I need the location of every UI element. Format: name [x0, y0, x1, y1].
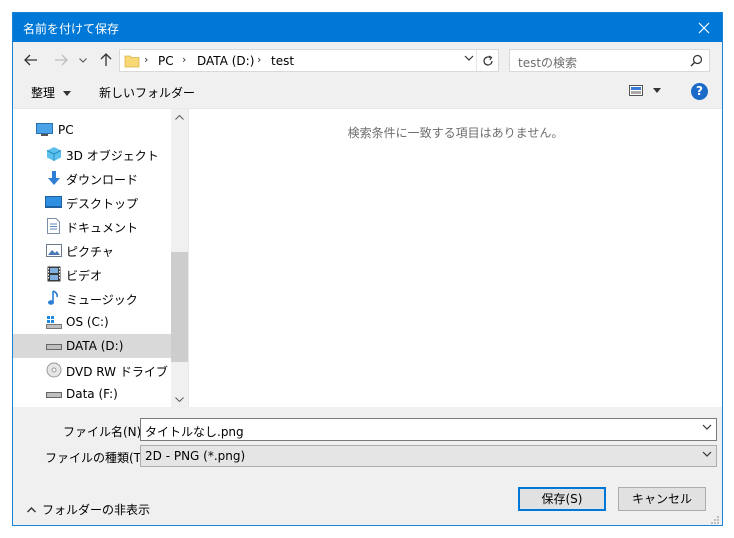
scroll-up-button[interactable]	[171, 109, 188, 126]
chevron-down-icon[interactable]	[702, 424, 712, 430]
nav-item-label: PC	[58, 123, 74, 137]
arrow-up-icon	[100, 53, 112, 66]
new-folder-button[interactable]: 新しいフォルダー	[99, 84, 195, 101]
music-icon	[45, 290, 62, 306]
breadcrumb-separator-icon: ›	[182, 53, 187, 66]
help-icon: ?	[696, 84, 703, 98]
change-view-button[interactable]	[629, 85, 661, 96]
desktop-icon	[45, 194, 62, 210]
address-bar[interactable]: › PC › DATA (D:) › test	[119, 49, 499, 72]
filename-label: ファイル名(N):	[63, 425, 146, 439]
pc-icon	[36, 122, 53, 138]
nav-item-music[interactable]: ミュージック	[13, 286, 171, 310]
filetype-select[interactable]: 2D - PNG (*.png)	[140, 445, 717, 467]
search-placeholder: testの検索	[518, 56, 578, 70]
browser-panes: PC 3D オブジェクト ダウンロード デスクトップ ドキュメント ピクチャ ビ…	[13, 108, 722, 408]
nav-item-label: ビデオ	[66, 269, 103, 283]
title-bar: 名前を付けて保存	[13, 13, 722, 42]
hide-folders-button[interactable]: フォルダーの非表示	[27, 501, 150, 518]
nav-item-label: ダウンロード	[66, 173, 139, 187]
organize-button[interactable]: 整理	[31, 84, 71, 101]
save-as-dialog: 名前を付けて保存 › PC › DATA (D:) › test testの検索…	[12, 12, 723, 526]
breadcrumb-separator-icon: ›	[257, 53, 262, 66]
close-button[interactable]	[686, 13, 722, 42]
nav-item-3d-objects[interactable]: 3D オブジェクト	[13, 142, 171, 166]
nav-item-label: OS (C:)	[66, 315, 109, 329]
back-button[interactable]	[21, 50, 41, 70]
videos-icon	[45, 266, 62, 282]
filetype-label: ファイルの種類(T):	[45, 451, 150, 465]
nav-item-downloads[interactable]: ダウンロード	[13, 166, 171, 190]
cancel-button[interactable]: キャンセル	[618, 487, 706, 511]
filetype-value: 2D - PNG (*.png)	[145, 449, 246, 463]
chevron-up-icon	[175, 115, 184, 120]
nav-item-pictures[interactable]: ピクチャ	[13, 238, 171, 262]
up-button[interactable]	[96, 50, 116, 70]
folder-icon	[124, 55, 140, 68]
chevron-down-icon	[79, 57, 87, 63]
scroll-down-button[interactable]	[171, 391, 188, 408]
navigation-bar: › PC › DATA (D:) › test testの検索	[13, 42, 722, 78]
view-icon	[629, 85, 643, 96]
nav-item-label: Data (F:)	[66, 387, 118, 401]
filename-input[interactable]: タイトルなし.png	[140, 418, 717, 441]
filename-value: タイトルなし.png	[145, 425, 244, 439]
nav-item-documents[interactable]: ドキュメント	[13, 214, 171, 238]
navigation-pane: PC 3D オブジェクト ダウンロード デスクトップ ドキュメント ピクチャ ビ…	[13, 109, 193, 408]
save-button[interactable]: 保存(S)	[518, 487, 606, 511]
nav-item-label: デスクトップ	[66, 197, 139, 211]
dvd-drive-icon	[45, 362, 62, 378]
breadcrumb-pc[interactable]: PC	[158, 54, 174, 68]
nav-item-label: DATA (D:)	[66, 339, 124, 353]
caret-down-icon	[653, 88, 661, 93]
nav-item-label: ミュージック	[66, 293, 138, 307]
drive-icon	[45, 386, 62, 402]
nav-item-dvd-drive[interactable]: DVD RW ドライブ (E:)	[13, 358, 193, 382]
search-box[interactable]: testの検索	[509, 49, 710, 72]
nav-item-videos[interactable]: ビデオ	[13, 262, 171, 286]
refresh-button[interactable]	[476, 50, 498, 71]
chevron-up-icon	[27, 506, 36, 512]
refresh-icon	[482, 54, 493, 66]
breadcrumb-data-drive[interactable]: DATA (D:)	[197, 54, 254, 68]
arrow-left-icon	[24, 54, 37, 66]
forward-button[interactable]	[51, 50, 71, 70]
close-icon	[698, 22, 710, 33]
3d-objects-icon	[45, 146, 62, 162]
new-folder-label: 新しいフォルダー	[99, 86, 196, 100]
arrow-right-icon	[55, 54, 68, 66]
data-drive-icon	[45, 338, 62, 354]
chevron-down-icon	[702, 451, 712, 457]
recent-locations-button[interactable]	[76, 50, 90, 70]
nav-item-label: 3D オブジェクト	[66, 149, 159, 163]
scroll-thumb[interactable]	[171, 252, 188, 362]
nav-item-os-drive[interactable]: OS (C:)	[13, 310, 171, 334]
breadcrumb-test[interactable]: test	[271, 54, 294, 68]
pictures-icon	[45, 242, 62, 258]
save-form: ファイル名(N): タイトルなし.png ファイルの種類(T): 2D - PN…	[13, 407, 722, 525]
search-icon	[690, 54, 703, 67]
downloads-icon	[45, 170, 62, 186]
window-title: 名前を付けて保存	[23, 22, 120, 36]
nav-item-desktop[interactable]: デスクトップ	[13, 190, 171, 214]
address-history-chevron-icon[interactable]	[464, 55, 474, 61]
file-list-pane[interactable]: 検索条件に一致する項目はありません。	[188, 109, 722, 408]
hide-folders-label: フォルダーの非表示	[42, 503, 151, 517]
nav-item-pc[interactable]: PC	[13, 118, 171, 142]
caret-down-icon	[62, 91, 71, 96]
nav-item-label: ピクチャ	[66, 245, 114, 259]
navigation-scrollbar[interactable]	[171, 109, 188, 408]
breadcrumb-separator-icon: ›	[144, 53, 149, 66]
resize-grip-icon[interactable]	[710, 515, 720, 525]
chevron-down-icon	[175, 397, 184, 402]
nav-item-label: ドキュメント	[66, 221, 139, 235]
empty-message: 検索条件に一致する項目はありません。	[347, 126, 564, 140]
nav-item-data-drive[interactable]: DATA (D:)	[13, 334, 171, 358]
os-drive-icon	[45, 314, 62, 330]
documents-icon	[45, 218, 62, 234]
help-button[interactable]: ?	[691, 83, 708, 100]
organize-label: 整理	[31, 86, 56, 100]
nav-item-f-drive[interactable]: Data (F:)	[13, 382, 171, 406]
toolbar: 整理 新しいフォルダー ?	[13, 78, 722, 108]
